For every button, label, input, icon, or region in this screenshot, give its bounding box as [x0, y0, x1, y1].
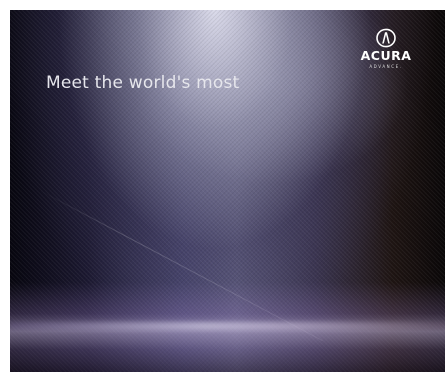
- brand-tagline: ADVANCE.: [369, 63, 403, 69]
- background-light-streak: [39, 190, 323, 342]
- acura-display-ad[interactable]: Meet the world's most ACURA ADVANCE.: [10, 10, 445, 372]
- acura-caliper-icon: [376, 28, 396, 48]
- brand-name: ACURA: [360, 48, 412, 63]
- floor-light-glow: [10, 282, 445, 372]
- ad-headline: Meet the world's most: [46, 73, 240, 93]
- acura-logo[interactable]: ACURA ADVANCE.: [355, 28, 417, 69]
